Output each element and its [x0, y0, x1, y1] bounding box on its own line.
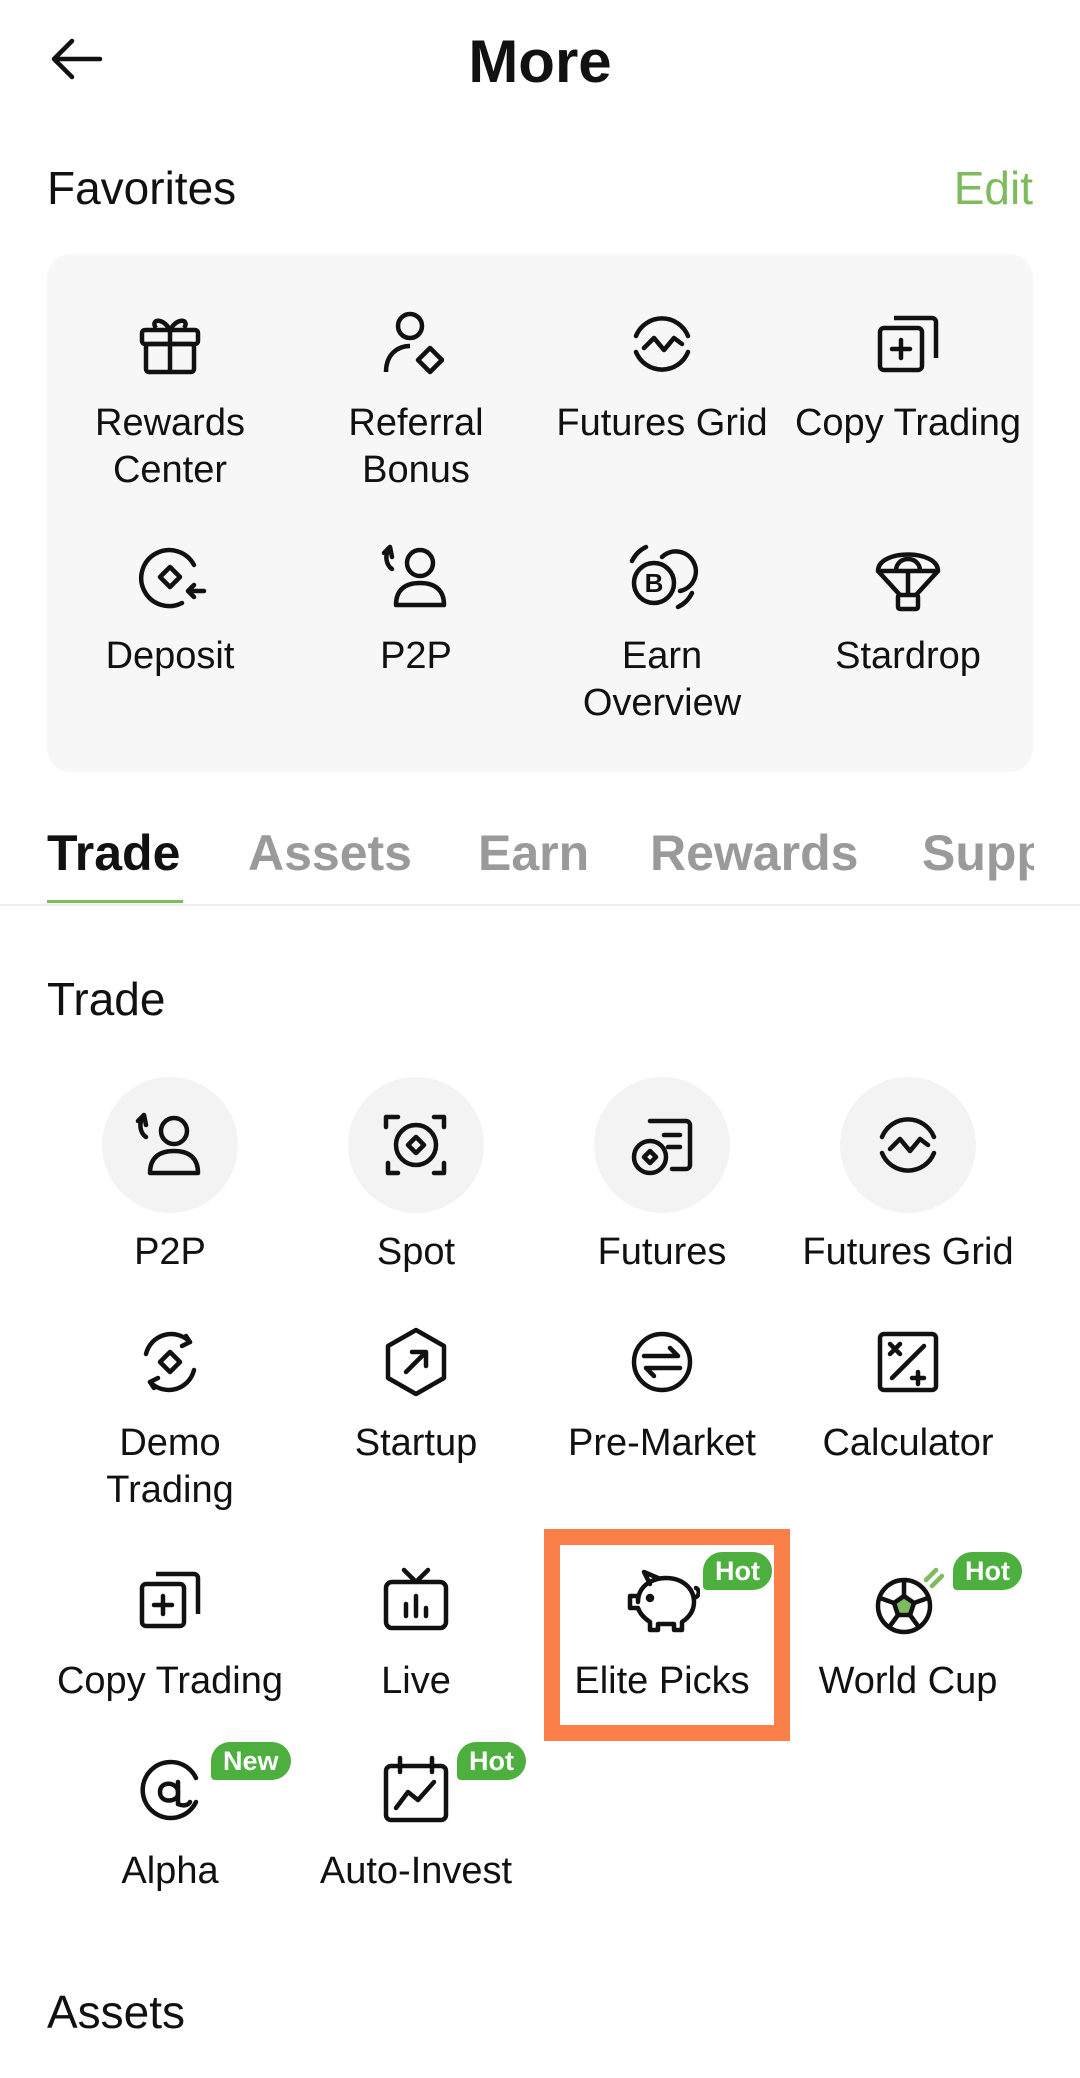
parachute-icon: [875, 552, 941, 612]
trade-item-pre-market[interactable]: Pre-Market: [539, 1314, 785, 1467]
trade-item-alpha[interactable]: Alpha New: [47, 1742, 293, 1895]
trade-section-title: Trade: [47, 973, 166, 1025]
live-tv-icon: [383, 1567, 449, 1631]
favorite-referral-bonus[interactable]: Referral Bonus: [293, 306, 539, 494]
tab-assets[interactable]: Assets: [248, 824, 412, 882]
assets-section-title: Assets: [47, 1986, 186, 2038]
copy-trading-icon: [139, 1571, 201, 1629]
trade-item-futures[interactable]: Futures: [539, 1077, 785, 1276]
p2p-icon: [381, 544, 447, 608]
favorite-rewards-center[interactable]: Rewards Center: [47, 306, 293, 494]
favorites-card: Rewards Center Referral Bonus Futures Gr…: [47, 254, 1033, 772]
trade-item-p2p[interactable]: P2P: [47, 1077, 293, 1276]
referral-icon: [383, 311, 445, 375]
tab-trade[interactable]: Trade: [47, 824, 180, 882]
trade-item-startup[interactable]: Startup: [293, 1314, 539, 1467]
edit-button[interactable]: Edit: [954, 161, 1033, 215]
favorite-deposit[interactable]: Deposit: [47, 539, 293, 680]
trade-item-world-cup[interactable]: World Cup Hot: [785, 1552, 1031, 1705]
tab-support[interactable]: Supp: [922, 824, 1047, 882]
category-tabs: Trade Assets Earn Rewards Supp: [0, 810, 1080, 906]
elite-picks-highlight: [544, 1529, 790, 1741]
trade-item-auto-invest[interactable]: Auto-Invest Hot: [293, 1742, 539, 1895]
svg-text:B: B: [645, 568, 664, 598]
trade-item-spot[interactable]: Spot: [293, 1077, 539, 1276]
favorite-earn-overview[interactable]: B Earn Overview: [539, 539, 785, 727]
futures-icon: [631, 1118, 693, 1176]
futures-grid-icon: [879, 1117, 937, 1173]
favorite-copy-trading[interactable]: Copy Trading: [785, 306, 1031, 447]
hot-badge: Hot: [457, 1742, 526, 1780]
tab-rewards[interactable]: Rewards: [650, 824, 858, 882]
tabs-overflow-fade: [1034, 810, 1080, 904]
trade-item-copy-trading[interactable]: Copy Trading: [47, 1552, 293, 1705]
tab-earn[interactable]: Earn: [478, 824, 589, 882]
active-tab-indicator: [47, 900, 183, 903]
page-title: More: [468, 28, 612, 95]
soccer-ball-icon: [875, 1567, 945, 1635]
favorite-p2p[interactable]: P2P: [293, 539, 539, 680]
copy-trading-icon: [877, 315, 939, 373]
favorite-stardrop[interactable]: Stardrop: [785, 539, 1031, 680]
hot-badge: Hot: [953, 1552, 1022, 1590]
favorites-title: Favorites: [47, 162, 237, 214]
pre-market-icon: [631, 1331, 693, 1393]
demo-trading-icon: [143, 1331, 197, 1393]
futures-grid-icon: [633, 316, 691, 372]
auto-invest-icon: [383, 1755, 449, 1823]
header: More: [0, 0, 1080, 126]
trade-item-calculator[interactable]: Calculator: [785, 1314, 1031, 1467]
calculator-icon: [877, 1331, 939, 1393]
gift-icon: [139, 318, 201, 375]
trade-item-live[interactable]: Live: [293, 1552, 539, 1705]
earn-icon: B: [629, 544, 699, 610]
trade-item-futures-grid[interactable]: Futures Grid: [785, 1077, 1031, 1276]
alpha-icon: [140, 1759, 199, 1821]
trade-item-demo-trading[interactable]: Demo Trading: [47, 1314, 293, 1514]
deposit-icon: [138, 547, 207, 609]
spot-icon: [383, 1114, 447, 1176]
startup-icon: [385, 1327, 447, 1397]
p2p-icon: [135, 1112, 201, 1176]
favorite-futures-grid[interactable]: Futures Grid: [539, 306, 785, 447]
new-badge: New: [211, 1742, 291, 1780]
favorites-header: Favorites Edit: [47, 158, 1033, 218]
